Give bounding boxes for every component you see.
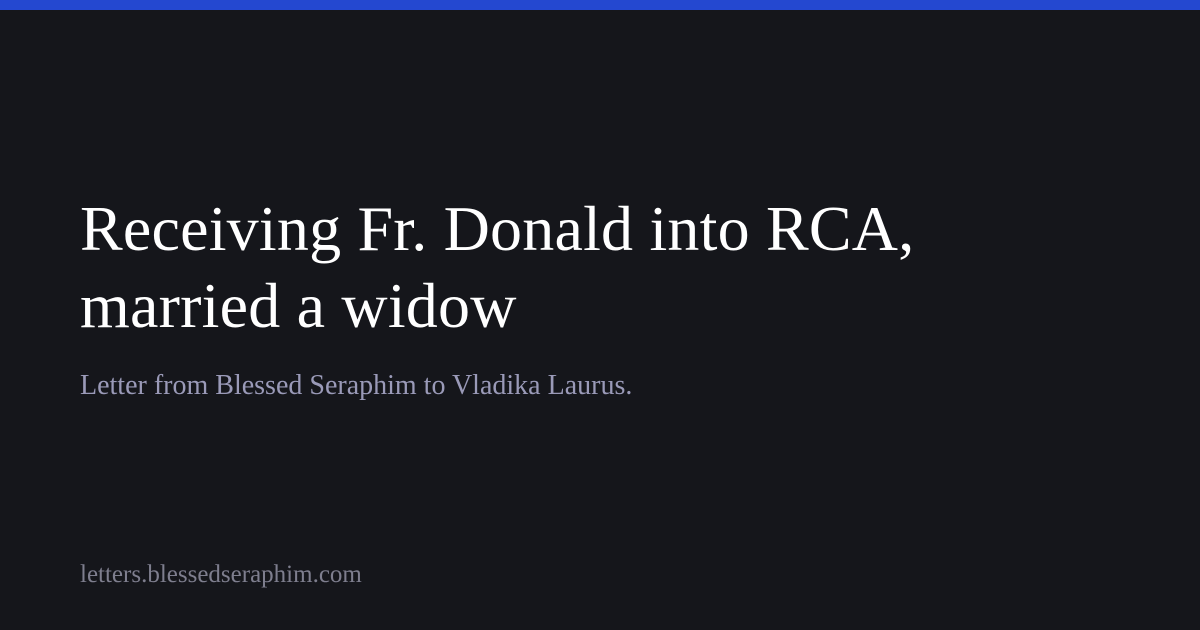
page-subtitle: Letter from Blessed Seraphim to Vladika …	[80, 370, 633, 401]
page-title: Receiving Fr. Donald into RCA, married a…	[80, 193, 915, 341]
site-domain: letters.blessedseraphim.com	[80, 561, 362, 588]
accent-bar	[0, 0, 1200, 10]
social-preview-card: Receiving Fr. Donald into RCA, married a…	[0, 0, 1200, 630]
